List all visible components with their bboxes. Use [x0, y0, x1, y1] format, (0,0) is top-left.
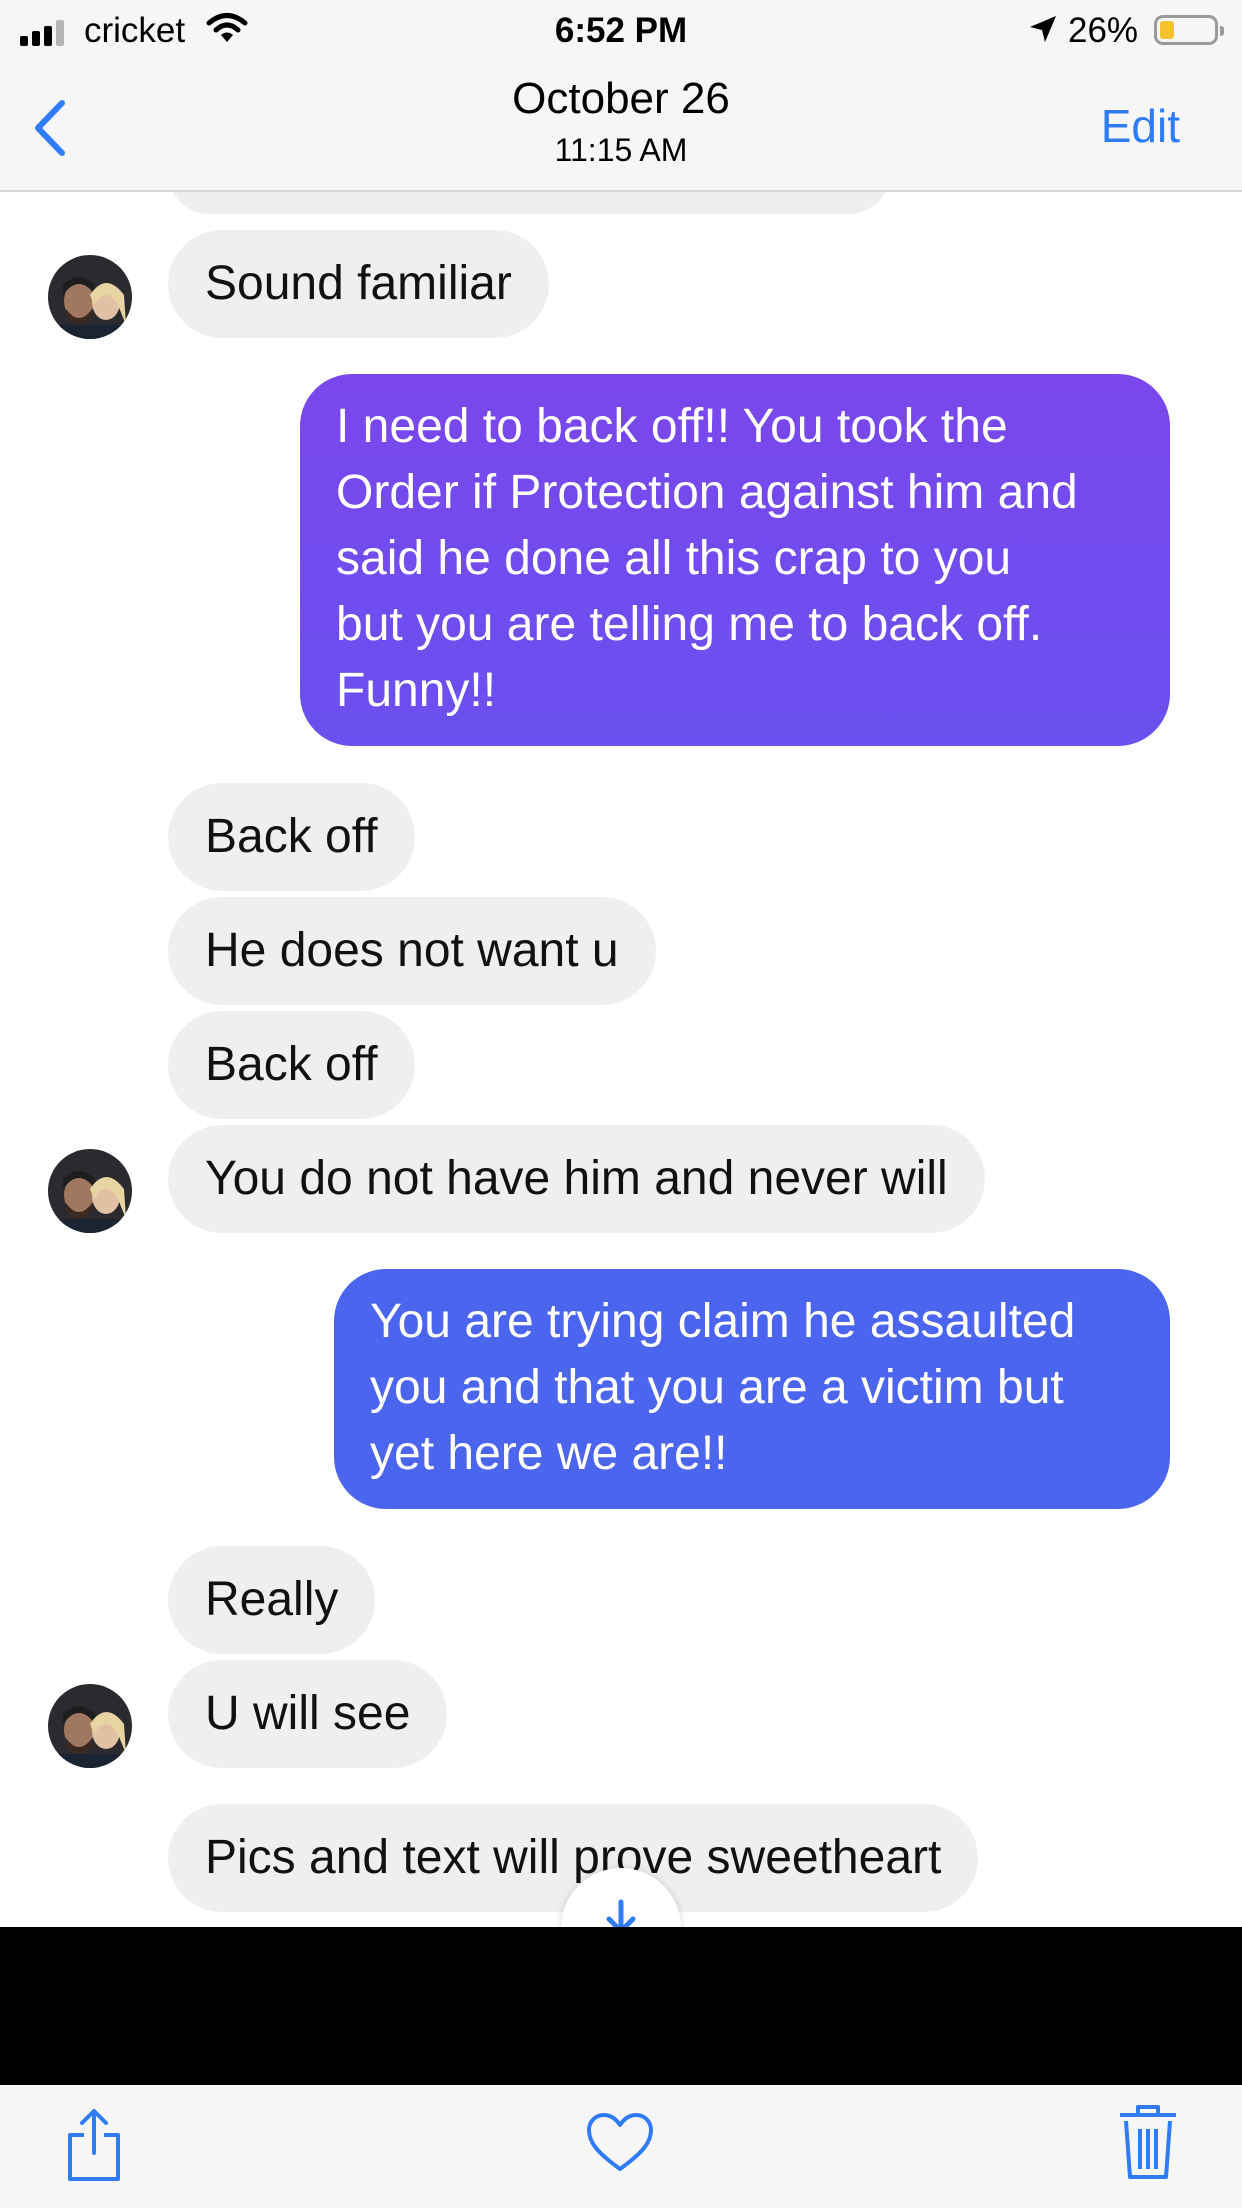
message-bubble-cutoff: [168, 192, 890, 214]
location-arrow-icon: [1030, 16, 1056, 42]
avatar[interactable]: [48, 1149, 132, 1233]
trash-icon[interactable]: [1116, 2101, 1180, 2183]
message-line: but you are telling me to back off.: [336, 598, 1043, 651]
message-line: you and that you are a victim but: [370, 1361, 1064, 1414]
edit-button[interactable]: Edit: [1101, 99, 1180, 153]
battery-percent: 26%: [1068, 11, 1139, 50]
message-bubble-incoming[interactable]: You do not have him and never will: [168, 1125, 985, 1233]
avatar[interactable]: [48, 1684, 132, 1768]
conversation-date: October 26: [512, 74, 730, 123]
message-bubble-incoming[interactable]: U will see: [168, 1660, 448, 1768]
redaction-bar: [0, 1927, 1242, 2085]
conversation-time: 11:15 AM: [554, 132, 688, 168]
message-thread[interactable]: Sound familiar I need to back off!! You …: [0, 192, 1242, 1927]
message-line: I need to back off!! You took the: [336, 400, 1008, 453]
message-bubble-incoming[interactable]: Really: [168, 1546, 376, 1654]
message-bubble-outgoing[interactable]: I need to back off!! You took the Order …: [300, 374, 1170, 746]
message-bubble-incoming[interactable]: Back off: [168, 1011, 415, 1119]
message-line: You are trying claim he assaulted: [370, 1295, 1076, 1348]
battery-icon: [1154, 15, 1224, 45]
message-bubble-incoming[interactable]: He does not want u: [168, 897, 656, 1005]
share-icon[interactable]: [62, 2105, 126, 2185]
message-line: Order if Protection against him and: [336, 466, 1078, 519]
message-bubble-outgoing[interactable]: You are trying claim he assaulted you an…: [334, 1269, 1170, 1509]
status-bar: cricket 6:52 PM 26%: [0, 0, 1242, 62]
navigation-bar: October 26 11:15 AM Edit: [0, 62, 1242, 192]
avatar[interactable]: [48, 255, 132, 339]
bottom-toolbar: [0, 2085, 1242, 2208]
heart-icon[interactable]: [585, 2111, 655, 2175]
message-bubble-incoming[interactable]: Back off: [168, 783, 415, 891]
battery-level-fill: [1160, 21, 1174, 39]
message-bubble-incoming[interactable]: Sound familiar: [168, 230, 549, 338]
message-line: said he done all this crap to you: [336, 532, 1012, 585]
message-line: yet here we are!!: [370, 1427, 728, 1480]
message-line: Funny!!: [336, 664, 497, 717]
